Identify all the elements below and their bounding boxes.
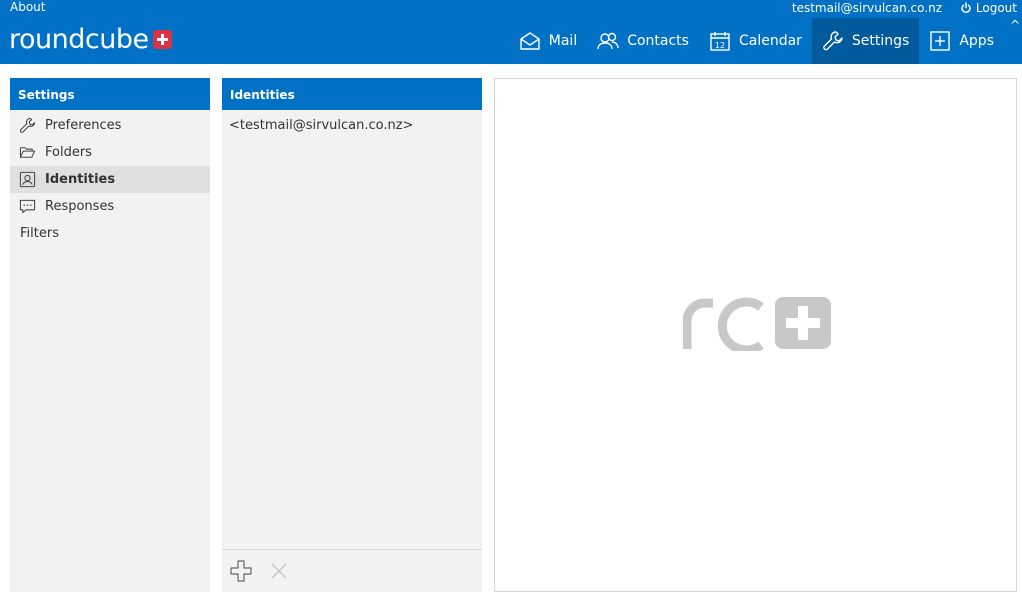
- user-email: testmail@sirvulcan.co.nz: [791, 1, 942, 15]
- plus-icon: [230, 560, 252, 582]
- content-panel: [494, 78, 1017, 592]
- add-identity-button[interactable]: [229, 559, 253, 583]
- about-link[interactable]: About: [10, 0, 45, 14]
- nav-mail[interactable]: Mail: [509, 18, 587, 64]
- roundcube-watermark-logo: [683, 297, 831, 351]
- wrench-icon: [823, 31, 843, 51]
- settings-item-label: Preferences: [45, 118, 122, 133]
- roundcube-logo[interactable]: roundcube: [9, 26, 172, 53]
- contacts-icon: [597, 32, 619, 50]
- settings-header: Settings: [10, 78, 210, 110]
- logout-button[interactable]: Logout: [960, 1, 1017, 15]
- close-icon: [271, 563, 287, 579]
- settings-item-responses[interactable]: Responses: [10, 193, 210, 220]
- nav-contacts[interactable]: Contacts: [587, 18, 699, 64]
- logo-plus-icon: [152, 30, 172, 49]
- settings-panel: Settings Preferences Folders Identities …: [10, 78, 210, 592]
- envelope-icon: [520, 32, 540, 50]
- calendar-day: 12: [715, 41, 725, 50]
- plus-square-icon: [930, 31, 951, 51]
- settings-item-label: Filters: [20, 226, 59, 241]
- nav-settings-label: Settings: [851, 33, 910, 49]
- delete-identity-button[interactable]: [267, 559, 291, 583]
- wrench-icon: [19, 117, 35, 133]
- identities-panel: Identities <testmail@sirvulcan.co.nz>: [222, 78, 482, 592]
- settings-item-label: Folders: [45, 145, 92, 160]
- chat-icon: [19, 199, 35, 214]
- calendar-icon: 12: [710, 32, 730, 51]
- settings-item-label: Identities: [45, 172, 116, 187]
- main-nav: Mail Contacts 12 Calendar Settings Apps …: [509, 18, 1022, 64]
- settings-item-filters[interactable]: Filters: [10, 220, 210, 247]
- settings-item-label: Responses: [45, 199, 115, 214]
- nav-mail-label: Mail: [548, 33, 578, 49]
- nav-calendar-label: Calendar: [738, 33, 802, 49]
- nav-contacts-label: Contacts: [627, 33, 689, 49]
- logout-label: Logout: [975, 1, 1017, 15]
- settings-item-preferences[interactable]: Preferences: [10, 112, 210, 139]
- nav-apps[interactable]: Apps ^: [919, 18, 1022, 64]
- settings-item-identities[interactable]: Identities: [10, 166, 210, 193]
- power-icon: [961, 2, 971, 14]
- identities-list: <testmail@sirvulcan.co.nz>: [222, 110, 482, 137]
- logo-text: roundcube: [9, 24, 149, 55]
- identities-header: Identities: [222, 78, 482, 110]
- identities-footer: [222, 549, 482, 592]
- top-bar: About testmail@sirvulcan.co.nz Logout ro…: [0, 0, 1022, 64]
- identity-row[interactable]: <testmail@sirvulcan.co.nz>: [222, 110, 482, 137]
- nav-settings[interactable]: Settings: [811, 18, 920, 64]
- nav-apps-label: Apps: [959, 33, 994, 49]
- folder-open-icon: [19, 147, 35, 158]
- settings-menu: Preferences Folders Identities Responses…: [10, 112, 210, 247]
- caret-up-icon[interactable]: ^: [1010, 18, 1020, 32]
- settings-item-folders[interactable]: Folders: [10, 139, 210, 166]
- id-card-icon: [19, 171, 35, 188]
- nav-calendar[interactable]: 12 Calendar: [699, 18, 812, 64]
